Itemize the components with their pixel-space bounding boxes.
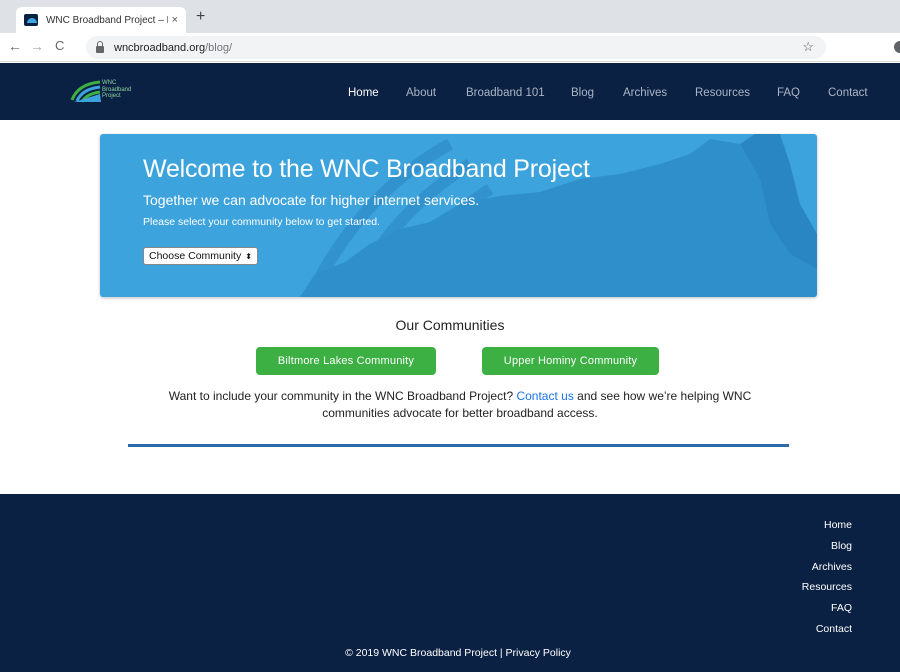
nav-broadband-101[interactable]: Broadband 101 [466,87,545,99]
footer-link-faq[interactable]: FAQ [802,598,852,619]
site-header: WNC Broadband Project Home About Broadba… [0,63,900,120]
nav-contact[interactable]: Contact [828,87,868,99]
upper-hominy-button[interactable]: Upper Hominy Community [482,347,659,375]
hero-instructions: Please select your community below to ge… [143,216,380,228]
bookmark-star-icon[interactable]: ☆ [802,39,814,55]
community-select-value: Choose Community [149,250,242,262]
hero-title: Welcome to the WNC Broadband Project [143,155,590,183]
invite-text-before: Want to include your community in the WN… [168,389,517,403]
nav-archives[interactable]: Archives [623,87,667,99]
hero-banner: Welcome to the WNC Broadband Project Tog… [100,134,817,297]
close-tab-icon[interactable]: × [172,14,178,26]
site-logo[interactable]: WNC Broadband Project [70,78,160,104]
logo-text: WNC Broadband Project [102,80,131,100]
browser-tab[interactable]: WNC Broadband Project – Brid × [16,7,186,33]
site-favicon-icon [24,14,38,26]
communities-heading: Our Communities [395,317,505,333]
profile-icon[interactable] [894,41,900,53]
browser-toolbar: ← → C wncbroadband.org/blog/ ☆ [0,33,900,62]
reload-icon[interactable]: C [55,38,64,53]
select-arrows-icon: ⬍ [245,251,252,261]
site-footer: Home Blog Archives Resources FAQ Contact… [0,494,900,672]
footer-link-resources[interactable]: Resources [802,577,852,598]
contact-us-link[interactable]: Contact us [516,389,573,403]
nav-resources[interactable]: Resources [695,87,750,99]
lock-icon [96,40,104,53]
section-divider [128,444,789,447]
biltmore-lakes-button[interactable]: Biltmore Lakes Community [256,347,436,375]
nav-about[interactable]: About [406,87,436,99]
footer-link-home[interactable]: Home [802,515,852,536]
copyright-text: © 2019 WNC Broadband Project | Privacy P… [345,647,571,659]
footer-link-blog[interactable]: Blog [802,536,852,557]
logo-signal-icon [70,80,101,103]
nav-faq[interactable]: FAQ [777,87,800,99]
community-select[interactable]: Choose Community ⬍ [143,247,258,265]
browser-tab-bar: WNC Broadband Project – Brid × + [0,0,900,33]
footer-link-archives[interactable]: Archives [802,557,852,578]
footer-nav: Home Blog Archives Resources FAQ Contact [802,515,852,640]
nav-home[interactable]: Home [348,87,379,99]
tab-title: WNC Broadband Project – Brid [45,14,168,26]
forward-icon[interactable]: → [30,38,44,54]
logo-line-project: Project [102,93,121,99]
hero-subtitle: Together we can advocate for higher inte… [143,192,480,208]
address-bar[interactable]: wncbroadband.org/blog/ ☆ [86,36,826,59]
invite-text: Want to include your community in the WN… [140,388,780,422]
url-host: wncbroadband.org [114,41,206,54]
url-path: /blog/ [205,41,233,54]
footer-link-contact[interactable]: Contact [802,619,852,640]
back-icon[interactable]: ← [8,38,22,54]
nav-blog[interactable]: Blog [571,87,594,99]
new-tab-icon[interactable]: + [196,8,205,26]
